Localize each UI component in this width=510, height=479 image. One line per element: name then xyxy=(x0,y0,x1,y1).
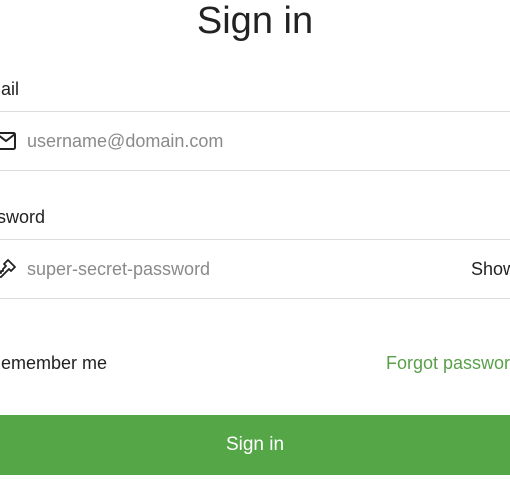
password-field-row: Show xyxy=(0,239,510,299)
envelope-icon xyxy=(0,131,16,151)
sign-in-page: Sign in Email Password Show Remember me … xyxy=(0,0,510,479)
email-input[interactable] xyxy=(27,126,447,156)
remember-me-label[interactable]: Remember me xyxy=(0,352,107,374)
password-input[interactable] xyxy=(27,254,447,284)
password-label: Password xyxy=(0,207,46,227)
forgot-password-link[interactable]: Forgot password? xyxy=(386,352,510,374)
show-password-toggle[interactable]: Show xyxy=(471,258,510,280)
sign-in-button[interactable]: Sign in xyxy=(0,415,510,475)
key-icon xyxy=(0,259,16,279)
page-title: Sign in xyxy=(196,0,314,42)
email-field-row xyxy=(0,111,510,171)
email-label: Email xyxy=(0,79,20,99)
